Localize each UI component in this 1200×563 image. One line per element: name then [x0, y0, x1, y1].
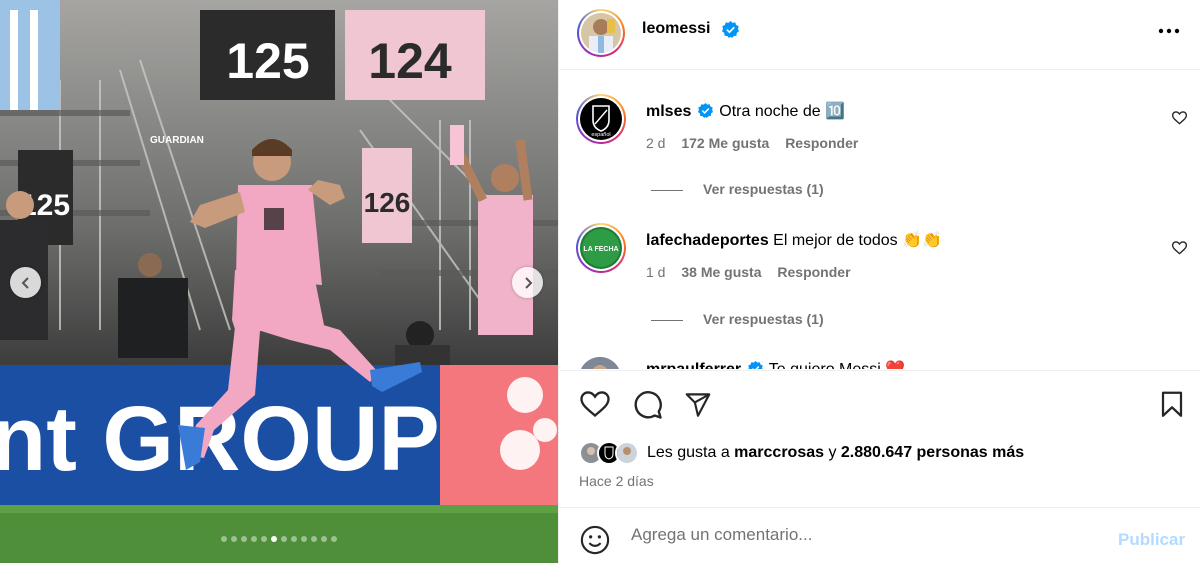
add-comment-bar: Publicar — [559, 507, 1200, 563]
comment-input[interactable] — [631, 525, 1091, 545]
carousel-dot — [221, 536, 227, 542]
stand-sign-124: 124 — [368, 33, 452, 89]
carousel-prev-button[interactable] — [10, 267, 41, 298]
post-photo: 125 124 125 126 nt GROUP GUARDIAN — [0, 0, 558, 563]
comment-username[interactable]: lafechadeportes — [646, 232, 769, 249]
commenter-avatar[interactable] — [579, 357, 621, 369]
carousel-dot — [261, 536, 267, 542]
lafecha-logo-icon: LA FECHA — [580, 227, 622, 269]
author-avatar[interactable] — [577, 9, 625, 57]
comment-text: Otra noche de 🔟 — [719, 103, 846, 120]
carousel-dot — [321, 536, 327, 542]
comment-text: Te quiero Messi ❤️ — [769, 361, 905, 369]
author-username[interactable]: leomessi — [642, 20, 710, 38]
view-replies-button[interactable]: Ver respuestas (1) — [651, 311, 824, 327]
reply-button[interactable]: Responder — [777, 264, 850, 280]
comment-icon[interactable] — [633, 390, 663, 420]
comment-username[interactable]: mlses — [646, 103, 691, 120]
carousel-dot — [331, 536, 337, 542]
post-sidebar: leomessi español mlses Otra noche de 🔟 2… — [558, 0, 1200, 563]
comment-text: El mejor de todos 👏👏 — [773, 232, 942, 249]
post-time-ago[interactable]: Hace 2 días — [579, 473, 654, 489]
comment-like-heart-icon[interactable] — [1172, 111, 1187, 125]
publish-button[interactable]: Publicar — [1118, 530, 1185, 550]
author-avatar-photo — [581, 13, 621, 53]
stand-sign-126: 126 — [364, 187, 411, 218]
comment-age: 2 d — [646, 135, 666, 151]
likes-user[interactable]: marccrosas — [734, 444, 824, 461]
mls-logo-icon: español — [580, 98, 622, 140]
sponsor-text: GUARDIAN — [150, 135, 204, 146]
svg-text:español: español — [591, 132, 610, 138]
share-icon[interactable] — [684, 391, 712, 418]
carousel-dot — [271, 536, 277, 542]
likes-summary: Les gusta a marccrosas y 2.880.647 perso… — [579, 440, 1024, 466]
carousel-dot — [231, 536, 237, 542]
commenter-avatar[interactable]: LA FECHA — [576, 223, 626, 273]
comment-likes[interactable]: 38 Me gusta — [681, 264, 761, 280]
carousel-dot — [251, 536, 257, 542]
liker-avatar — [615, 441, 639, 465]
carousel-dot — [241, 536, 247, 542]
svg-text:LA FECHA: LA FECHA — [583, 246, 618, 253]
post-header: leomessi — [559, 0, 1200, 70]
carousel-indicator — [0, 536, 558, 542]
comment-list: español mlses Otra noche de 🔟 2 d 172 Me… — [559, 71, 1200, 369]
comment-meta: 2 d 172 Me gusta Responder — [646, 135, 858, 151]
carousel-dot — [311, 536, 317, 542]
more-horizontal-icon[interactable] — [1158, 27, 1180, 35]
comment-username[interactable]: mrpaulferrer — [646, 361, 741, 369]
verified-badge-icon — [697, 103, 713, 118]
instagram-post: 125 124 125 126 nt GROUP GUARDIAN leomes… — [0, 0, 1200, 563]
view-replies-button[interactable]: Ver respuestas (1) — [651, 181, 824, 197]
carousel-dot — [281, 536, 287, 542]
comment-body: mrpaulferrer Te quiero Messi ❤️ — [646, 359, 905, 369]
carousel-next-button[interactable] — [512, 267, 543, 298]
post-actions: Les gusta a marccrosas y 2.880.647 perso… — [559, 370, 1200, 507]
comment-like-heart-icon[interactable] — [1172, 241, 1187, 255]
verified-badge-icon — [747, 361, 763, 369]
emoji-icon[interactable] — [580, 525, 610, 555]
chevron-left-icon — [21, 276, 29, 289]
carousel-dot — [301, 536, 307, 542]
comment-meta: 1 d 38 Me gusta Responder — [646, 264, 851, 280]
heart-icon[interactable] — [580, 391, 610, 418]
comment-likes[interactable]: 172 Me gusta — [681, 135, 769, 151]
bookmark-icon[interactable] — [1160, 391, 1184, 418]
carousel-dot — [291, 536, 297, 542]
likes-count[interactable]: 2.880.647 personas más — [841, 444, 1024, 461]
likes-text[interactable]: Les gusta a marccrosas y 2.880.647 perso… — [647, 444, 1024, 462]
reply-button[interactable]: Responder — [785, 135, 858, 151]
comment-age: 1 d — [646, 264, 666, 280]
verified-badge-icon — [722, 21, 739, 38]
chevron-right-icon — [524, 276, 532, 289]
stand-sign-125: 125 — [226, 33, 309, 89]
commenter-avatar-photo — [579, 357, 621, 369]
comment-body: lafechadeportes El mejor de todos 👏👏 — [646, 230, 942, 250]
post-media[interactable]: 125 124 125 126 nt GROUP GUARDIAN — [0, 0, 558, 563]
commenter-avatar[interactable]: español — [576, 94, 626, 144]
comment-body: mlses Otra noche de 🔟 — [646, 101, 845, 121]
